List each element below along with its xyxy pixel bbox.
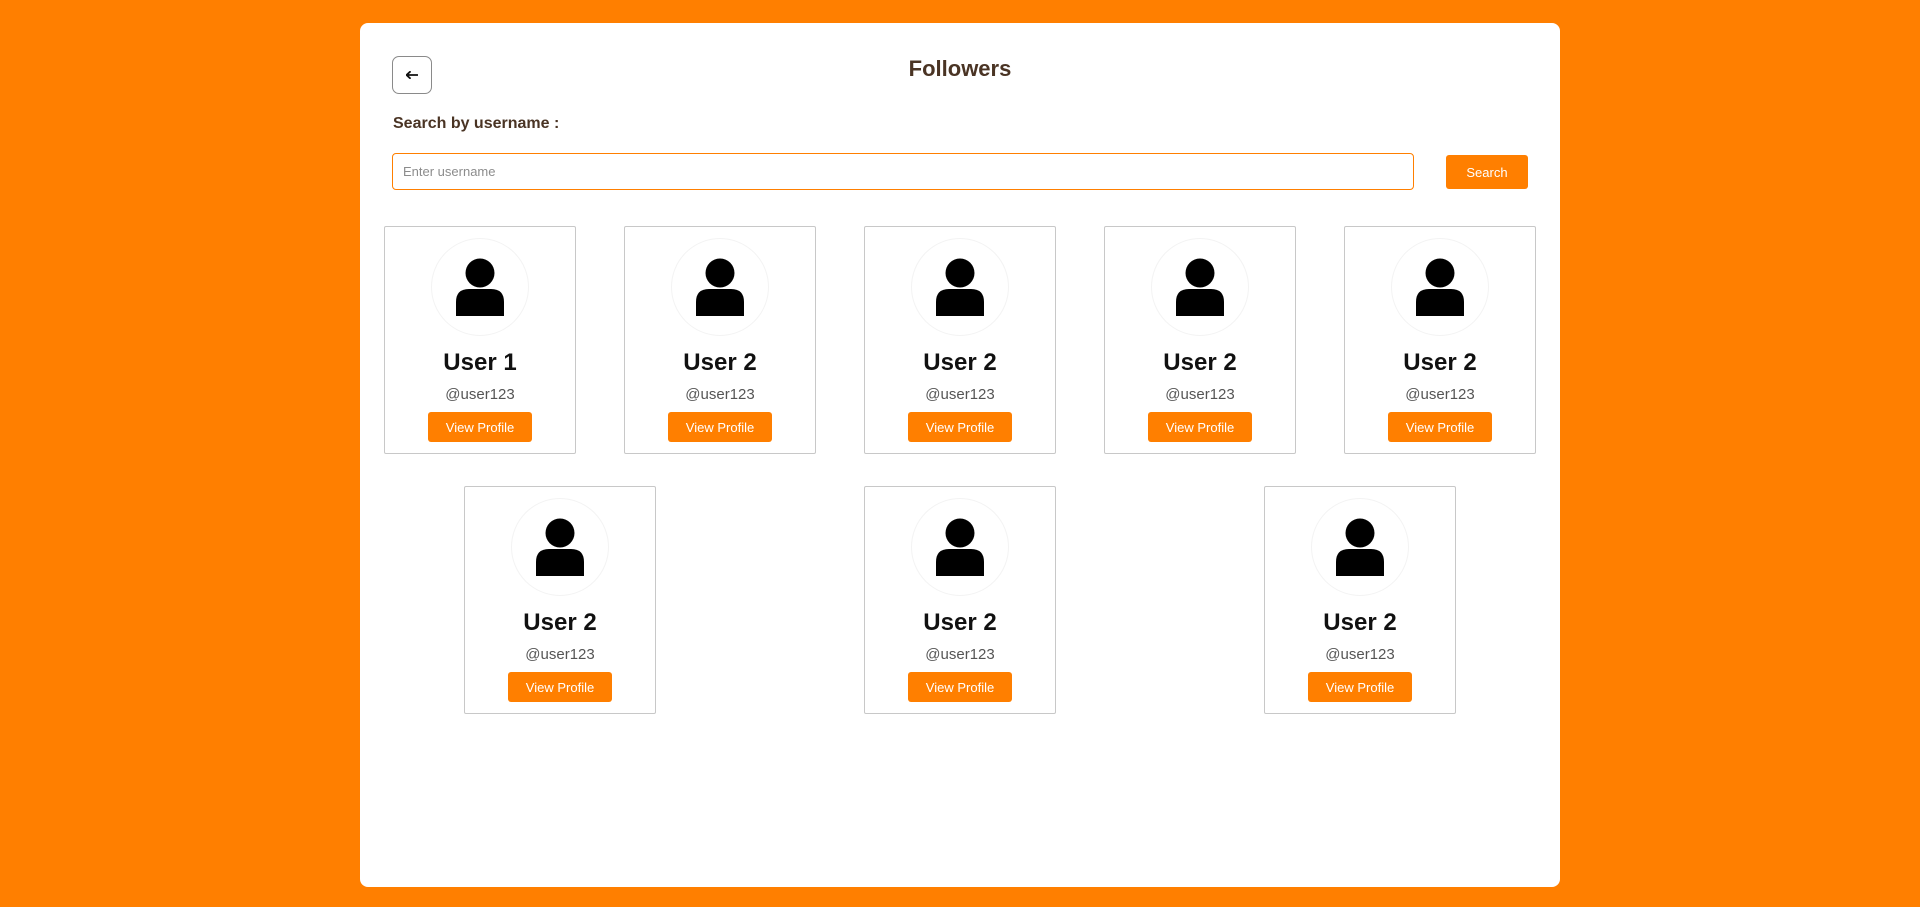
user-icon	[456, 258, 504, 316]
user-name: User 2	[523, 609, 597, 636]
user-name: User 1	[443, 349, 517, 376]
view-profile-button[interactable]: View Profile	[668, 412, 772, 442]
user-name: User 2	[923, 609, 997, 636]
user-card: User 2 @user123 View Profile	[1104, 226, 1296, 454]
user-name: User 2	[923, 349, 997, 376]
search-label: Search by username :	[393, 115, 560, 132]
view-profile-button[interactable]: View Profile	[508, 672, 612, 702]
user-handle: @user123	[925, 386, 995, 403]
avatar	[671, 238, 769, 336]
user-card: User 2 @user123 View Profile	[1264, 486, 1456, 714]
avatar	[1151, 238, 1249, 336]
avatar	[511, 498, 609, 596]
view-profile-button[interactable]: View Profile	[428, 412, 532, 442]
view-profile-button[interactable]: View Profile	[908, 412, 1012, 442]
user-handle: @user123	[1325, 646, 1395, 663]
user-handle: @user123	[1405, 386, 1475, 403]
search-button[interactable]: Search	[1446, 155, 1528, 189]
user-card: User 2 @user123 View Profile	[1344, 226, 1536, 454]
view-profile-button[interactable]: View Profile	[1308, 672, 1412, 702]
user-handle: @user123	[1165, 386, 1235, 403]
user-icon	[1336, 518, 1384, 576]
user-card: User 2 @user123 View Profile	[864, 226, 1056, 454]
search-input[interactable]	[392, 153, 1414, 190]
user-card: User 2 @user123 View Profile	[464, 486, 656, 714]
view-profile-button[interactable]: View Profile	[908, 672, 1012, 702]
user-name: User 2	[1323, 609, 1397, 636]
followers-panel: Followers Search by username : Search Us…	[360, 23, 1560, 887]
view-profile-button[interactable]: View Profile	[1148, 412, 1252, 442]
user-handle: @user123	[445, 386, 515, 403]
user-icon	[696, 258, 744, 316]
user-name: User 2	[1163, 349, 1237, 376]
user-handle: @user123	[925, 646, 995, 663]
avatar	[1311, 498, 1409, 596]
avatar	[1391, 238, 1489, 336]
user-icon	[1176, 258, 1224, 316]
avatar	[911, 238, 1009, 336]
user-icon	[936, 518, 984, 576]
user-icon	[936, 258, 984, 316]
user-handle: @user123	[685, 386, 755, 403]
avatar	[911, 498, 1009, 596]
user-card: User 2 @user123 View Profile	[864, 486, 1056, 714]
user-name: User 2	[683, 349, 757, 376]
avatar	[431, 238, 529, 336]
user-icon	[1416, 258, 1464, 316]
view-profile-button[interactable]: View Profile	[1388, 412, 1492, 442]
page-title: Followers	[908, 56, 1012, 81]
user-card: User 2 @user123 View Profile	[624, 226, 816, 454]
user-handle: @user123	[525, 646, 595, 663]
user-card: User 1 @user123 View Profile	[384, 226, 576, 454]
user-name: User 2	[1403, 349, 1477, 376]
user-icon	[536, 518, 584, 576]
